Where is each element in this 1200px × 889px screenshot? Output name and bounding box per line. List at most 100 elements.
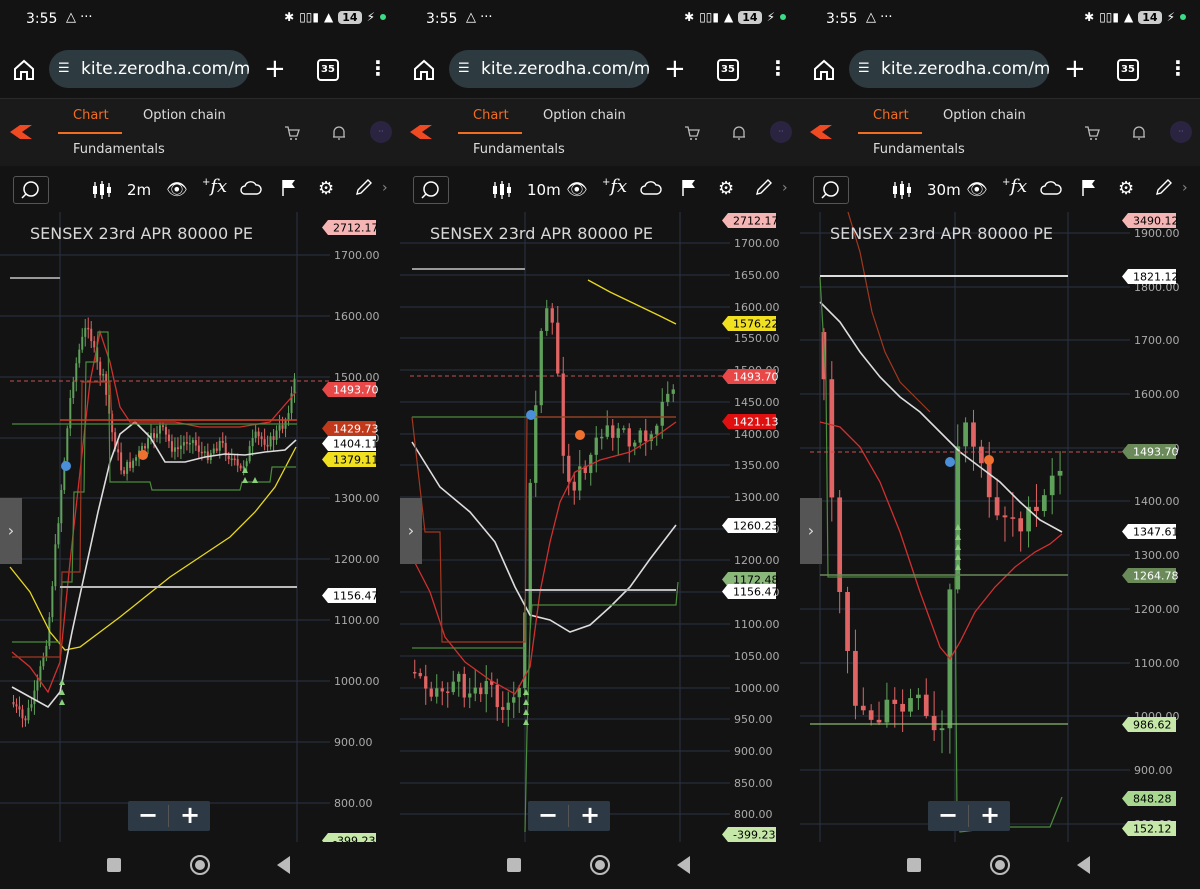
- tab-chart[interactable]: Chart: [873, 108, 909, 123]
- nav-back-icon[interactable]: [1077, 856, 1090, 874]
- chevron-right-icon[interactable]: ›: [782, 180, 788, 196]
- bell-icon[interactable]: [1132, 125, 1146, 141]
- kite-logo-icon[interactable]: [410, 125, 432, 139]
- minus-icon[interactable]: −: [128, 801, 168, 831]
- candle-icon[interactable]: [92, 181, 112, 199]
- pen-icon[interactable]: [355, 178, 373, 196]
- eye-icon[interactable]: 👁: [566, 180, 588, 200]
- plus-icon[interactable]: +: [170, 801, 210, 831]
- nav-recents-icon[interactable]: [107, 858, 121, 872]
- menu-icon[interactable]: ⋮: [1168, 56, 1188, 80]
- side-panel-toggle[interactable]: ›: [800, 498, 822, 564]
- interval-selector[interactable]: 2m: [127, 181, 151, 199]
- minus-icon[interactable]: −: [528, 801, 568, 831]
- cloud-icon[interactable]: [240, 180, 262, 196]
- eye-icon[interactable]: 👁: [966, 180, 988, 200]
- avatar[interactable]: ··: [1170, 121, 1192, 143]
- cart-icon[interactable]: [284, 125, 300, 141]
- candle-body: [167, 434, 170, 442]
- search-icon[interactable]: [413, 176, 449, 204]
- flag-icon[interactable]: [281, 179, 297, 197]
- home-icon[interactable]: [12, 58, 36, 82]
- avatar[interactable]: ··: [370, 121, 392, 143]
- tab-option-chain[interactable]: Option chain: [543, 108, 626, 123]
- side-panel-toggle[interactable]: ›: [400, 498, 422, 564]
- chevron-right-icon[interactable]: ›: [382, 180, 388, 196]
- plus-icon[interactable]: +: [570, 801, 610, 831]
- tab-option-chain[interactable]: Option chain: [943, 108, 1026, 123]
- chart-area[interactable]: 1700.001600.001500.001400.001300.001200.…: [0, 212, 400, 842]
- flag-icon[interactable]: [1081, 179, 1097, 197]
- cloud-icon[interactable]: [1040, 180, 1062, 196]
- side-panel-toggle[interactable]: ›: [0, 498, 22, 564]
- cloud-icon[interactable]: [640, 180, 662, 196]
- price-tag-label: 1347.61: [1133, 526, 1179, 539]
- cart-icon[interactable]: [684, 125, 700, 141]
- plus-icon[interactable]: +: [970, 801, 1010, 831]
- gear-icon[interactable]: ⚙: [718, 178, 734, 199]
- tab-switcher-icon[interactable]: 35: [1117, 59, 1139, 81]
- tab-fundamentals[interactable]: Fundamentals: [473, 142, 565, 157]
- url-bar[interactable]: ☰ kite.zerodha.com/mar: [49, 50, 249, 88]
- search-icon[interactable]: [13, 176, 49, 204]
- price-chart[interactable]: 1700.001600.001500.001400.001300.001200.…: [0, 212, 400, 842]
- price-chart[interactable]: 1900.001800.001700.001600.001500.001400.…: [800, 212, 1200, 842]
- candle-body: [15, 704, 18, 707]
- eye-icon[interactable]: 👁: [166, 180, 188, 200]
- nav-recents-icon[interactable]: [507, 858, 521, 872]
- flag-icon[interactable]: [681, 179, 697, 197]
- privacy-dot-icon: [780, 14, 786, 20]
- candle-icon[interactable]: [492, 181, 512, 199]
- kite-logo-icon[interactable]: [10, 125, 32, 139]
- fx-icon[interactable]: +fx: [202, 176, 227, 197]
- new-tab-icon[interactable]: +: [264, 56, 286, 82]
- tab-chart[interactable]: Chart: [73, 108, 109, 123]
- gear-icon[interactable]: ⚙: [1118, 178, 1134, 199]
- interval-selector[interactable]: 30m: [927, 181, 961, 199]
- nav-back-icon[interactable]: [277, 856, 290, 874]
- chart-area[interactable]: 1900.001800.001700.001600.001500.001400.…: [800, 212, 1200, 842]
- pen-icon[interactable]: [1155, 178, 1173, 196]
- new-tab-icon[interactable]: +: [1064, 56, 1086, 82]
- home-icon[interactable]: [412, 58, 436, 82]
- price-chart[interactable]: 1700.001650.001600.001550.001500.001450.…: [400, 212, 800, 842]
- site-settings-icon[interactable]: ☰: [858, 50, 870, 88]
- bell-icon[interactable]: [732, 125, 746, 141]
- tab-option-chain[interactable]: Option chain: [143, 108, 226, 123]
- home-icon[interactable]: [812, 58, 836, 82]
- menu-icon[interactable]: ⋮: [768, 56, 788, 80]
- cart-icon[interactable]: [1084, 125, 1100, 141]
- gear-icon[interactable]: ⚙: [318, 178, 334, 199]
- bell-icon[interactable]: [332, 125, 346, 141]
- menu-icon[interactable]: ⋮: [368, 56, 388, 80]
- candle-icon[interactable]: [892, 181, 912, 199]
- chart-area[interactable]: 1700.001650.001600.001550.001500.001450.…: [400, 212, 800, 842]
- avatar[interactable]: ··: [770, 121, 792, 143]
- interval-selector[interactable]: 10m: [527, 181, 561, 199]
- chevron-right-icon[interactable]: ›: [1182, 180, 1188, 196]
- minus-icon[interactable]: −: [928, 801, 968, 831]
- pen-icon[interactable]: [755, 178, 773, 196]
- nav-home-icon[interactable]: [990, 855, 1010, 875]
- tab-fundamentals[interactable]: Fundamentals: [873, 142, 965, 157]
- nav-back-icon[interactable]: [677, 856, 690, 874]
- nav-home-icon[interactable]: [590, 855, 610, 875]
- url-bar[interactable]: ☰ kite.zerodha.com/mar: [449, 50, 649, 88]
- search-icon[interactable]: [813, 176, 849, 204]
- tab-fundamentals[interactable]: Fundamentals: [73, 142, 165, 157]
- site-settings-icon[interactable]: ☰: [458, 50, 470, 88]
- kite-logo-icon[interactable]: [810, 125, 832, 139]
- candle-body: [616, 428, 620, 438]
- axis-tick-label: 1700.00: [334, 249, 380, 262]
- fx-icon[interactable]: +fx: [1002, 176, 1027, 197]
- tab-switcher-icon[interactable]: 35: [717, 59, 739, 81]
- new-tab-icon[interactable]: +: [664, 56, 686, 82]
- nav-home-icon[interactable]: [190, 855, 210, 875]
- tab-switcher-icon[interactable]: 35: [317, 59, 339, 81]
- fx-icon[interactable]: +fx: [602, 176, 627, 197]
- url-bar[interactable]: ☰ kite.zerodha.com/mar: [849, 50, 1049, 88]
- site-settings-icon[interactable]: ☰: [58, 50, 70, 88]
- nav-recents-icon[interactable]: [907, 858, 921, 872]
- candle-body: [194, 440, 197, 446]
- tab-chart[interactable]: Chart: [473, 108, 509, 123]
